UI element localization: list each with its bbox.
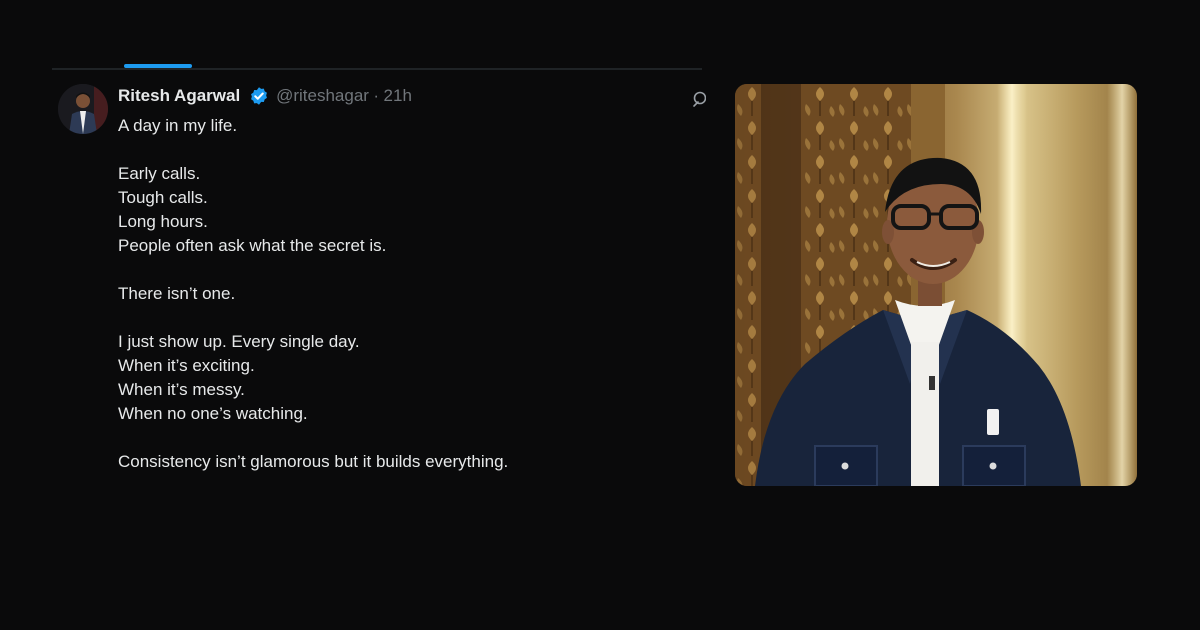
author-name[interactable]: Ritesh Agarwal <box>118 86 240 105</box>
tab-divider <box>52 68 702 70</box>
tweet-text: A day in my life. Early calls. Tough cal… <box>118 114 678 474</box>
line-break <box>118 138 678 162</box>
tweet-media-image[interactable] <box>735 84 1137 486</box>
tweet-line: Early calls. <box>118 164 201 183</box>
grok-icon[interactable] <box>692 90 706 108</box>
tab-bar <box>52 64 702 70</box>
tweet-line: There isn’t one. <box>118 284 236 303</box>
tweet-line: When no one’s watching. <box>118 404 308 423</box>
tweet-line: Consistency isn’t glamorous but it build… <box>118 452 509 471</box>
avatar[interactable] <box>58 84 108 134</box>
line-break <box>118 306 678 330</box>
tweet-line: People often ask what the secret is. <box>118 236 387 255</box>
tweet-line: Long hours. <box>118 212 208 231</box>
tweet-line: When it’s exciting. <box>118 356 255 375</box>
tweet-line: I just show up. Every single day. <box>118 332 360 351</box>
separator-dot: · <box>373 86 380 105</box>
tweet-line: Tough calls. <box>118 188 208 207</box>
verified-badge-icon[interactable] <box>249 86 269 106</box>
timestamp[interactable]: 21h <box>384 86 412 105</box>
tweet-header: Ritesh Agarwal @riteshagar · 21h <box>118 86 412 108</box>
line-break <box>118 258 678 282</box>
tweet-line: When it’s messy. <box>118 380 245 399</box>
tweet-line: A day in my life. <box>118 116 238 135</box>
line-break <box>118 426 678 450</box>
author-handle[interactable]: @riteshagar <box>276 86 369 105</box>
